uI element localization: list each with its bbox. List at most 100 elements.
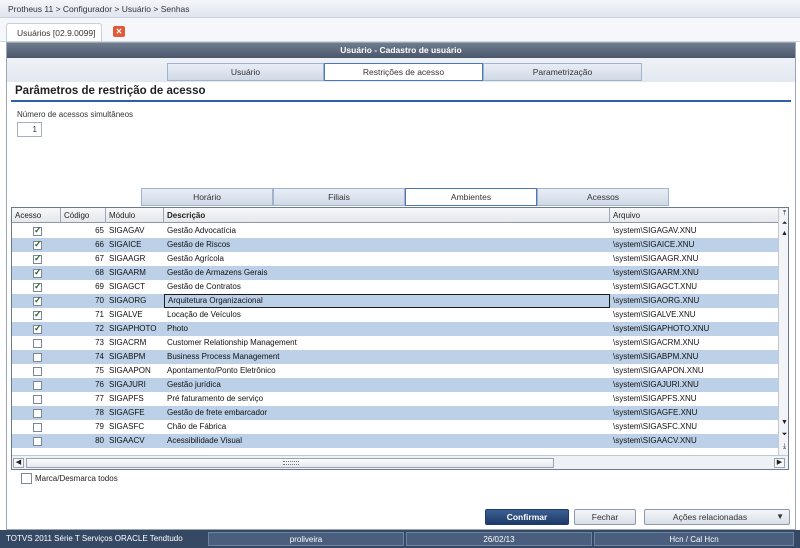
cell-codigo[interactable]: 65 — [61, 224, 106, 238]
access-checkbox[interactable] — [33, 295, 42, 306]
cell-modulo[interactable]: SIGAGAV — [106, 224, 164, 238]
cell-arquivo[interactable]: \system\SIGABPM.XNU — [610, 350, 778, 364]
column-modulo[interactable]: Módulo — [106, 208, 164, 223]
cell-modulo[interactable]: SIGASFC — [106, 420, 164, 434]
table-row[interactable]: 77 SIGAPFS Pré faturamento de serviço \syst… — [12, 392, 778, 406]
scroll-down-icon[interactable]: ▼ — [780, 418, 788, 427]
cell-descricao[interactable]: Acessibilidade Visual — [164, 434, 610, 448]
cell-descricao[interactable]: Locação de Veículos — [164, 308, 610, 322]
cell-codigo[interactable]: 72 — [61, 322, 106, 336]
cell-codigo[interactable]: 67 — [61, 252, 106, 266]
confirm-button[interactable]: Confirmar — [485, 509, 569, 525]
cell-modulo[interactable]: SIGABPM — [106, 350, 164, 364]
cell-modulo[interactable]: SIGAACV — [106, 434, 164, 448]
cell-modulo[interactable]: SIGAGFE — [106, 406, 164, 420]
cell-modulo[interactable]: SIGAPFS — [106, 392, 164, 406]
cell-descricao[interactable]: Arquitetura Organizacional — [164, 294, 610, 308]
tab-parametrizacao[interactable]: Parametrização — [483, 63, 642, 81]
cell-codigo[interactable]: 74 — [61, 350, 106, 364]
tab-restricoes-de-acesso[interactable]: Restrições de acesso — [324, 63, 483, 81]
cell-codigo[interactable]: 80 — [61, 434, 106, 448]
cell-arquivo[interactable]: \system\SIGAPFS.XNU — [610, 392, 778, 406]
cell-arquivo[interactable]: \system\SIGAGFE.XNU — [610, 406, 778, 420]
cell-codigo[interactable]: 77 — [61, 392, 106, 406]
access-checkbox[interactable] — [33, 267, 42, 278]
table-row[interactable]: 79 SIGASFC Chão de Fábrica \system\SIGASFC.… — [12, 420, 778, 434]
cell-descricao[interactable]: Gestão de frete embarcador — [164, 406, 610, 420]
cell-codigo[interactable]: 78 — [61, 406, 106, 420]
cell-arquivo[interactable]: \system\SIGAACV.XNU — [610, 434, 778, 448]
access-checkbox[interactable] — [33, 281, 42, 292]
table-row[interactable]: 74 SIGABPM Business Process Management \sys… — [12, 350, 778, 364]
cell-arquivo[interactable]: \system\SIGAGCT.XNU — [610, 280, 778, 294]
cell-arquivo[interactable]: \system\SIGALVE.XNU — [610, 308, 778, 322]
scroll-top-icon[interactable]: ⤒ — [780, 209, 788, 218]
cell-modulo[interactable]: SIGAARM — [106, 266, 164, 280]
scroll-left-icon[interactable]: ◀ — [13, 458, 24, 468]
table-row[interactable]: 70SIGAORGArquitetura Organizacional\syst… — [12, 294, 778, 308]
scroll-right-icon[interactable]: ▶ — [774, 458, 785, 468]
access-checkbox[interactable] — [33, 423, 42, 432]
table-row[interactable]: 72SIGAPHOTOPhoto\system\SIGAPHOTO.XNU — [12, 322, 778, 336]
access-checkbox[interactable] — [33, 395, 42, 404]
table-row[interactable]: 71SIGALVELocação de Veículos\system\SIGA… — [12, 308, 778, 322]
cell-codigo[interactable]: 73 — [61, 336, 106, 350]
page-down-icon[interactable]: ⏷ — [780, 430, 788, 439]
column-codigo[interactable]: Código — [61, 208, 106, 223]
column-descricao[interactable]: Descrição — [164, 208, 610, 223]
cell-modulo[interactable]: SIGAAPON — [106, 364, 164, 378]
horizontal-scrollbar[interactable]: ◀ ▶ — [12, 455, 788, 469]
cell-descricao[interactable]: Apontamento/Ponto Eletrônico — [164, 364, 610, 378]
cell-arquivo[interactable]: \system\SIGACRM.XNU — [610, 336, 778, 350]
table-row[interactable]: 76 SIGAJURI Gestão jurídica \system\SIGAJUR… — [12, 378, 778, 392]
access-checkbox[interactable] — [33, 367, 42, 376]
scroll-up-icon[interactable]: ▲ — [780, 229, 788, 238]
cell-codigo[interactable]: 66 — [61, 238, 106, 252]
cell-descricao[interactable]: Gestão de Contratos — [164, 280, 610, 294]
table-row[interactable]: 80 SIGAACV Acessibilidade Visual \system\SI… — [12, 434, 778, 448]
cell-modulo[interactable]: SIGAAGR — [106, 252, 164, 266]
cell-descricao[interactable]: Customer Relationship Management — [164, 336, 610, 350]
horizontal-scroll-thumb[interactable] — [26, 458, 554, 468]
access-checkbox[interactable] — [33, 253, 42, 264]
cell-codigo[interactable]: 79 — [61, 420, 106, 434]
cell-descricao[interactable]: Business Process Management — [164, 350, 610, 364]
cell-modulo[interactable]: SIGAJURI — [106, 378, 164, 392]
table-row[interactable]: 73 SIGACRM Customer Relationship Managemen… — [12, 336, 778, 350]
table-row[interactable]: 69SIGAGCTGestão de Contratos\system\SIGA… — [12, 280, 778, 294]
access-checkbox[interactable] — [33, 437, 42, 446]
tab-ambientes[interactable]: Ambientes — [405, 188, 537, 206]
column-arquivo[interactable]: Arquivo — [610, 208, 778, 223]
cell-modulo[interactable]: SIGAGCT — [106, 280, 164, 294]
cell-descricao[interactable]: Gestão jurídica — [164, 378, 610, 392]
access-checkbox[interactable] — [33, 339, 42, 348]
page-up-icon[interactable]: ⏶ — [780, 219, 788, 228]
table-row[interactable]: 65SIGAGAVGestão Advocatícia\system\SIGAG… — [12, 224, 778, 238]
cell-arquivo[interactable]: \system\SIGAGAV.XNU — [610, 224, 778, 238]
cell-descricao[interactable]: Gestão Advocatícia — [164, 224, 610, 238]
access-checkbox[interactable] — [33, 239, 42, 250]
tab-filiais[interactable]: Filiais — [273, 188, 405, 206]
tab-acessos[interactable]: Acessos — [537, 188, 669, 206]
access-checkbox[interactable] — [33, 323, 42, 334]
cell-arquivo[interactable]: \system\SIGAICE.XNU — [610, 238, 778, 252]
document-tab-usuarios[interactable]: Usuários [02.9.0099] — [6, 23, 103, 41]
access-checkbox[interactable] — [33, 381, 42, 390]
cell-modulo[interactable]: SIGALVE — [106, 308, 164, 322]
cell-descricao[interactable]: Pré faturamento de serviço — [164, 392, 610, 406]
cell-codigo[interactable]: 71 — [61, 308, 106, 322]
cell-modulo[interactable]: SIGAPHOTO — [106, 322, 164, 336]
table-row[interactable]: 67SIGAAGRGestão Agrícola\system\SIGAAGR.… — [12, 252, 778, 266]
cell-modulo[interactable]: SIGACRM — [106, 336, 164, 350]
related-actions-button[interactable]: Ações relacionadas ▼ — [644, 509, 790, 525]
vertical-scrollbar[interactable]: ⤒ ⏶ ▲ ▼ ⏷ ⤓ — [778, 208, 788, 455]
table-row[interactable]: 68SIGAARMGestão de Armazens Gerais\syste… — [12, 266, 778, 280]
cell-codigo[interactable]: 70 — [61, 294, 106, 308]
cell-descricao[interactable]: Photo — [164, 322, 610, 336]
tab-horario[interactable]: Horário — [141, 188, 273, 206]
cell-descricao[interactable]: Gestão de Armazens Gerais — [164, 266, 610, 280]
cell-arquivo[interactable]: \system\SIGAAGR.XNU — [610, 252, 778, 266]
table-row[interactable]: 66SIGAICEGestão de Riscos\system\SIGAICE… — [12, 238, 778, 252]
tab-usuario[interactable]: Usuário — [167, 63, 324, 81]
cell-codigo[interactable]: 69 — [61, 280, 106, 294]
